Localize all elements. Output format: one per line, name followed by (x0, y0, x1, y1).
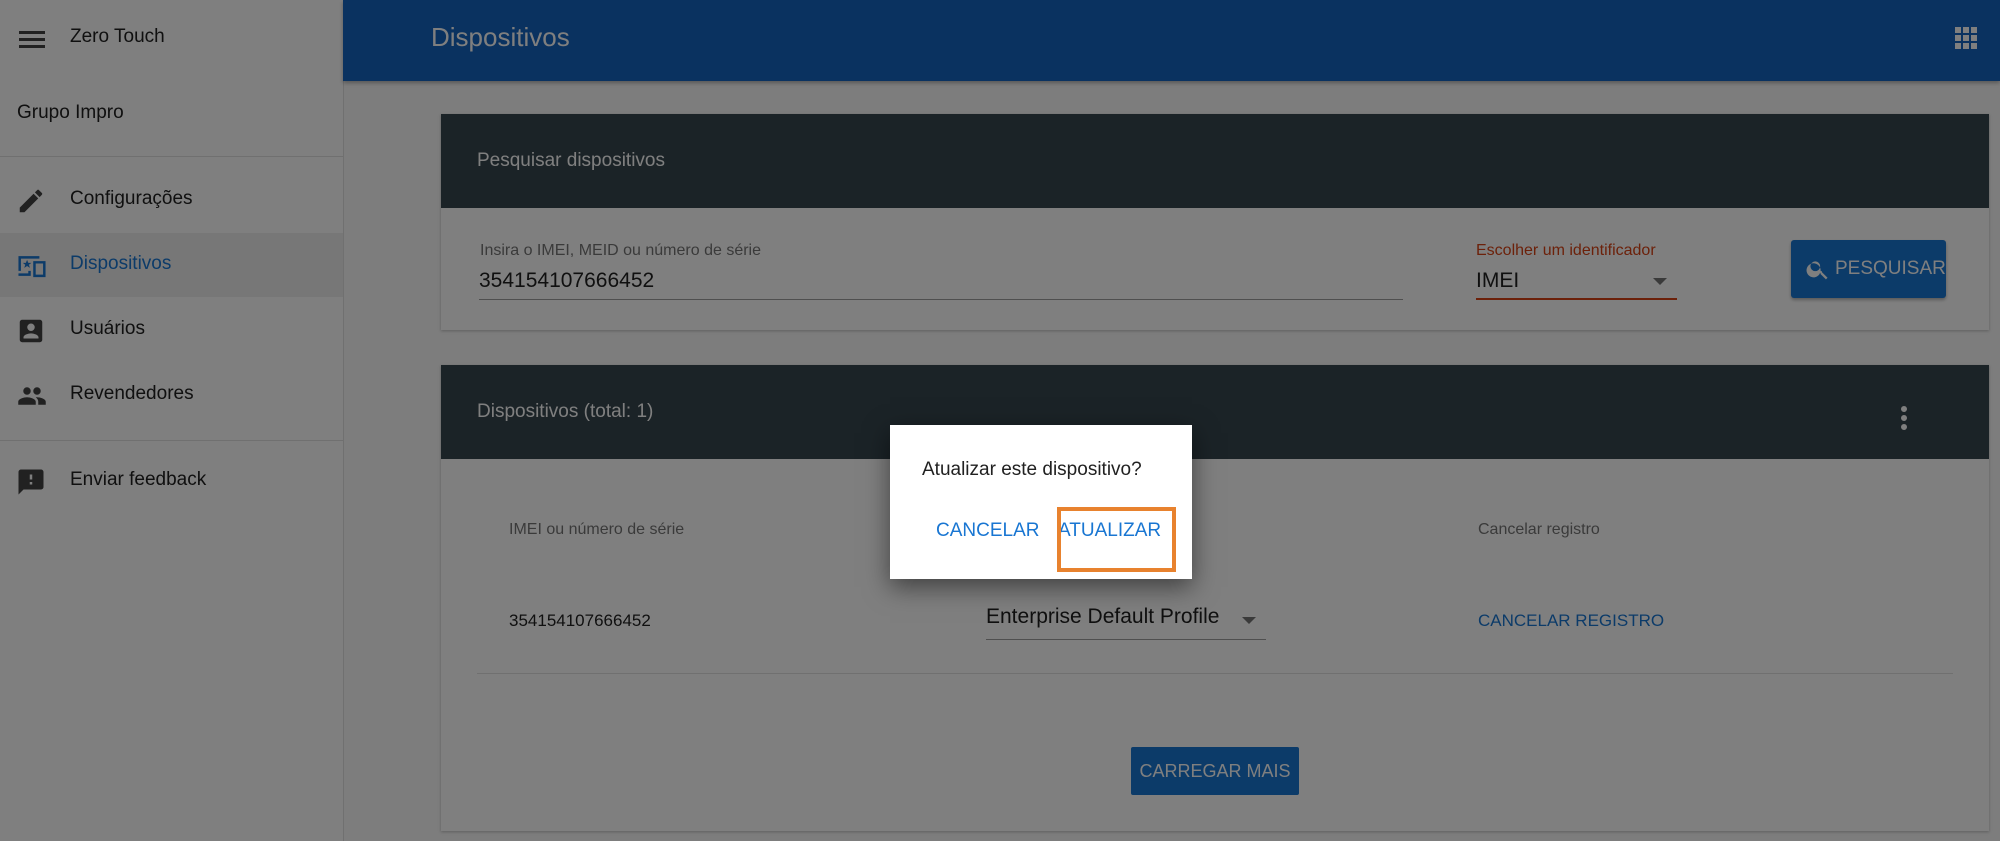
dialog-cancel-button[interactable]: CANCELAR (936, 509, 1039, 553)
highlight-box (1057, 507, 1176, 572)
dialog-message: Atualizar este dispositivo? (922, 459, 1142, 480)
modal-scrim[interactable] (0, 0, 2000, 841)
